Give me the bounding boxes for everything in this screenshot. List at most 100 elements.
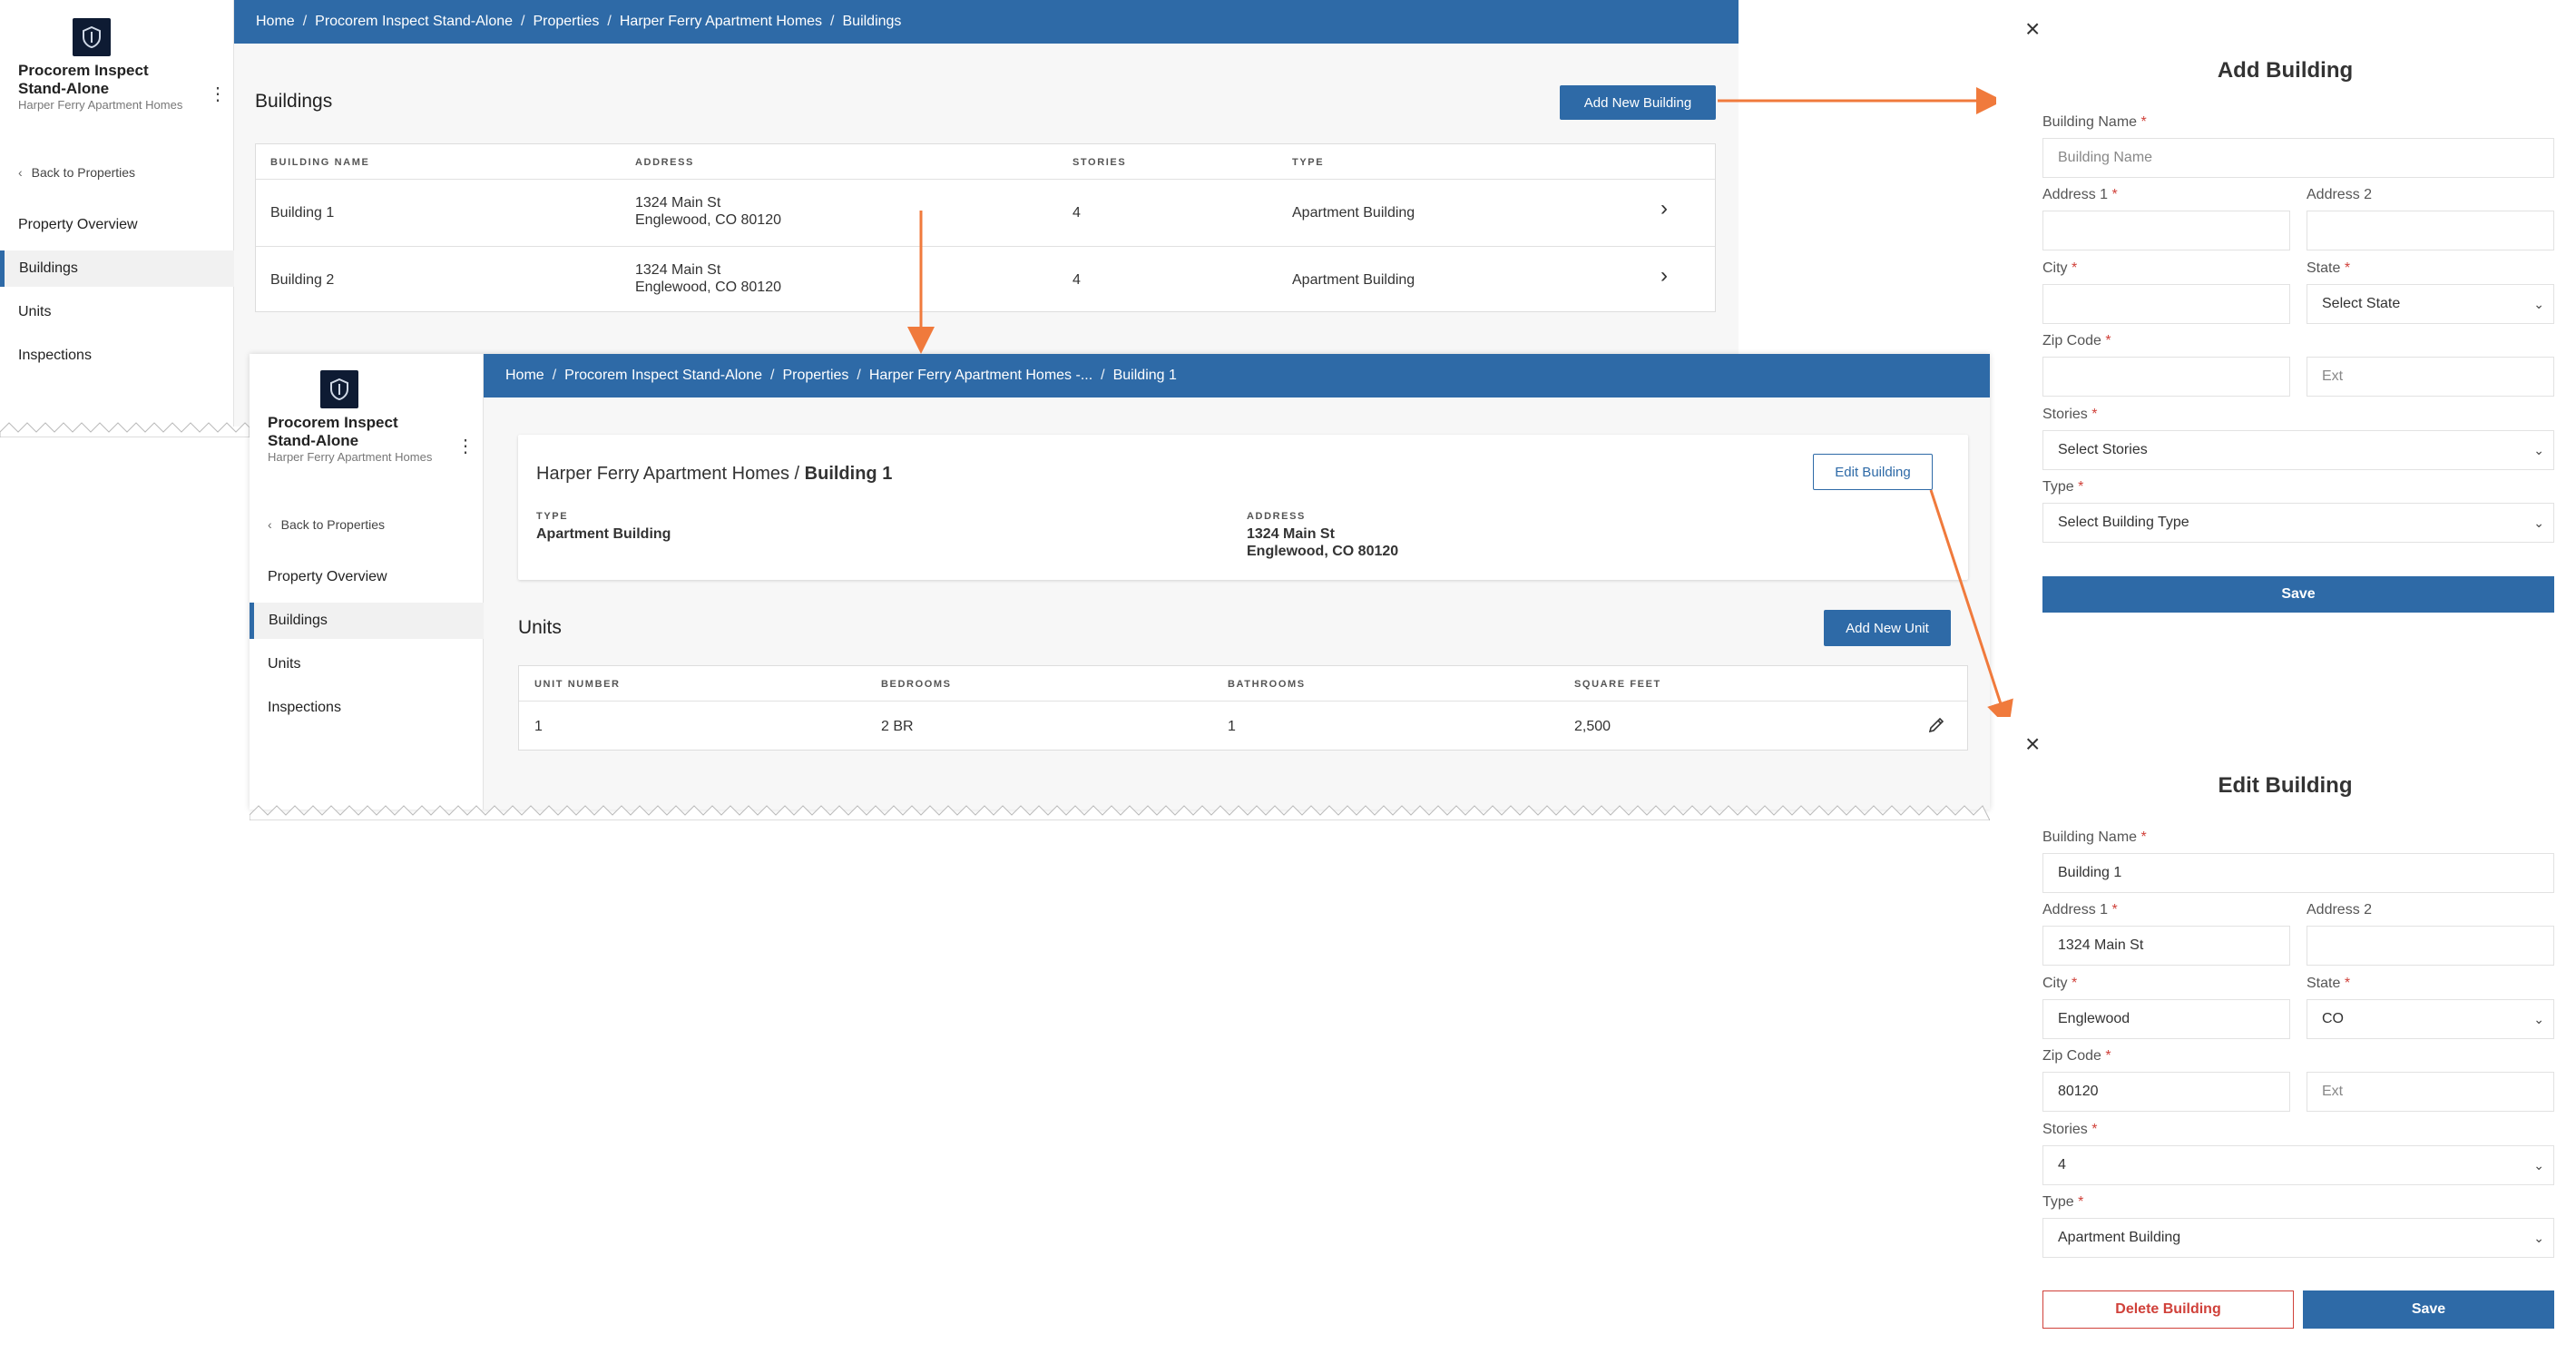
delete-building-button[interactable]: Delete Building bbox=[2042, 1290, 2294, 1329]
close-icon[interactable]: × bbox=[2025, 731, 2040, 757]
address2-input[interactable] bbox=[2307, 211, 2554, 250]
type: Apartment Building bbox=[1292, 205, 1415, 221]
type-label: Type * bbox=[2042, 1194, 2084, 1210]
app-logo bbox=[73, 18, 111, 56]
stories-value: 4 bbox=[2058, 1157, 2066, 1173]
breadcrumb-home[interactable]: Home bbox=[256, 14, 295, 30]
breadcrumb-property[interactable]: Harper Ferry Apartment Homes bbox=[620, 14, 822, 30]
sidebar-item-buildings[interactable]: Buildings bbox=[250, 603, 484, 639]
card-title: Harper Ferry Apartment Homes / Building … bbox=[536, 464, 892, 485]
state-value: CO bbox=[2322, 1011, 2344, 1026]
state-label: State * bbox=[2307, 976, 2351, 991]
state-value: Select State bbox=[2322, 296, 2401, 311]
city-label: City * bbox=[2042, 260, 2078, 276]
modal-title: Edit Building bbox=[2218, 773, 2353, 798]
sidebar-item-buildings[interactable]: Buildings bbox=[0, 250, 234, 287]
state-select[interactable]: Select State ⌄ bbox=[2307, 284, 2554, 324]
type: Apartment Building bbox=[1292, 272, 1415, 288]
zip-ext-input[interactable]: Ext bbox=[2307, 357, 2554, 397]
type-label: Type * bbox=[2042, 479, 2084, 495]
breadcrumb-properties[interactable]: Properties bbox=[533, 14, 599, 30]
breadcrumb-properties[interactable]: Properties bbox=[782, 368, 848, 384]
building-detail-page: Procorem Inspect Stand-Alone Harper Ferr… bbox=[250, 354, 1990, 810]
chevron-right-icon[interactable]: › bbox=[1660, 198, 1668, 220]
add-new-building-button[interactable]: Add New Building bbox=[1560, 85, 1716, 120]
state-select[interactable]: CO ⌄ bbox=[2307, 999, 2554, 1039]
breadcrumb-app[interactable]: Procorem Inspect Stand-Alone bbox=[315, 14, 513, 30]
stories-select[interactable]: 4 ⌄ bbox=[2042, 1145, 2554, 1185]
type-value: Select Building Type bbox=[2058, 515, 2189, 530]
kebab-menu-icon[interactable]: ⋮ bbox=[209, 85, 227, 103]
modal-title: Add Building bbox=[2217, 58, 2354, 83]
zip-input[interactable] bbox=[2042, 357, 2290, 397]
stories-select[interactable]: Select Stories ⌄ bbox=[2042, 430, 2554, 470]
sidebar-item-units[interactable]: Units bbox=[0, 294, 234, 330]
column-header: SQUARE FEET bbox=[1574, 679, 1661, 690]
sidebar-item-units[interactable]: Units bbox=[250, 646, 484, 682]
table-row[interactable]: Building 1 1324 Main St Englewood, CO 80… bbox=[256, 180, 1715, 246]
app-logo bbox=[320, 370, 358, 408]
chevron-down-icon: ⌄ bbox=[2533, 297, 2544, 311]
sidebar-item-property-overview[interactable]: Property Overview bbox=[250, 559, 484, 595]
address1-label: Address 1 * bbox=[2042, 902, 2118, 918]
breadcrumb-property[interactable]: Harper Ferry Apartment Homes -... bbox=[869, 368, 1092, 384]
sidebar: Procorem Inspect Stand-Alone Harper Ferr… bbox=[0, 0, 234, 427]
zip-input[interactable]: 80120 bbox=[2042, 1072, 2290, 1112]
sidebar-item-inspections[interactable]: Inspections bbox=[0, 338, 234, 374]
chevron-left-icon: ‹ bbox=[268, 517, 272, 532]
sidebar-item-property-overview[interactable]: Property Overview bbox=[0, 207, 234, 243]
building-name: Building 2 bbox=[270, 272, 335, 288]
table-row[interactable]: 1 2 BR 1 2,500 bbox=[519, 702, 1967, 751]
column-header: UNIT NUMBER bbox=[534, 679, 621, 690]
stories-label: Stories * bbox=[2042, 407, 2098, 422]
kebab-menu-icon[interactable]: ⋮ bbox=[456, 437, 475, 456]
zip-label: Zip Code * bbox=[2042, 1048, 2111, 1064]
address1-input[interactable] bbox=[2042, 211, 2290, 250]
chevron-right-icon[interactable]: › bbox=[1660, 265, 1668, 287]
app-title: Procorem Inspect Stand-Alone bbox=[268, 414, 398, 449]
type-label: TYPE bbox=[536, 511, 569, 522]
add-new-unit-button[interactable]: Add New Unit bbox=[1824, 610, 1951, 646]
pencil-icon[interactable] bbox=[1927, 716, 1945, 739]
city-input[interactable] bbox=[2042, 284, 2290, 324]
zip-ext-input[interactable]: Ext bbox=[2307, 1072, 2554, 1112]
column-header: BUILDING NAME bbox=[270, 157, 370, 168]
type-select[interactable]: Select Building Type ⌄ bbox=[2042, 503, 2554, 543]
save-button[interactable]: Save bbox=[2303, 1290, 2554, 1329]
back-to-properties[interactable]: ‹ Back to Properties bbox=[18, 165, 135, 180]
bedrooms: 2 BR bbox=[881, 719, 914, 734]
breadcrumb-home[interactable]: Home bbox=[505, 368, 544, 384]
address-line-1: 1324 Main St bbox=[1247, 526, 1335, 542]
sidebar-item-inspections[interactable]: Inspections bbox=[250, 690, 484, 726]
address2-input[interactable] bbox=[2307, 926, 2554, 966]
building-name: Building 1 bbox=[270, 205, 335, 221]
address-line-2: Englewood, CO 80120 bbox=[1247, 544, 1399, 559]
address-line-1: 1324 Main St bbox=[635, 262, 721, 278]
edit-building-button[interactable]: Edit Building bbox=[1813, 454, 1933, 490]
card-title-prefix: Harper Ferry Apartment Homes / bbox=[536, 464, 800, 484]
column-header: ADDRESS bbox=[635, 157, 694, 168]
torn-edge bbox=[0, 422, 250, 437]
address-line-1: 1324 Main St bbox=[635, 195, 721, 211]
save-button[interactable]: Save bbox=[2042, 576, 2554, 613]
close-icon[interactable]: × bbox=[2025, 16, 2040, 42]
back-to-properties[interactable]: ‹ Back to Properties bbox=[268, 517, 385, 532]
breadcrumb-current: Buildings bbox=[842, 14, 902, 29]
add-building-modal: × Add Building Building Name * Building … bbox=[1996, 0, 2576, 635]
breadcrumb: Home / Procorem Inspect Stand-Alone / Prop… bbox=[484, 354, 1990, 397]
stories-value: Select Stories bbox=[2058, 442, 2148, 457]
type-select[interactable]: Apartment Building ⌄ bbox=[2042, 1218, 2554, 1258]
column-header: TYPE bbox=[1292, 157, 1325, 168]
column-header: BATHROOMS bbox=[1228, 679, 1306, 690]
table-row[interactable]: Building 2 1324 Main St Englewood, CO 80… bbox=[256, 247, 1715, 313]
building-name-input[interactable]: Building Name bbox=[2042, 138, 2554, 178]
city-input[interactable]: Englewood bbox=[2042, 999, 2290, 1039]
building-name-input[interactable]: Building 1 bbox=[2042, 853, 2554, 893]
breadcrumb-current: Building 1 bbox=[1112, 368, 1177, 383]
column-header: STORIES bbox=[1073, 157, 1127, 168]
breadcrumb-app[interactable]: Procorem Inspect Stand-Alone bbox=[564, 368, 762, 384]
address1-input[interactable]: 1324 Main St bbox=[2042, 926, 2290, 966]
chevron-down-icon: ⌄ bbox=[2533, 1158, 2544, 1173]
buildings-table: BUILDING NAME ADDRESS STORIES TYPE Build… bbox=[255, 143, 1716, 312]
address-line-2: Englewood, CO 80120 bbox=[635, 212, 781, 228]
